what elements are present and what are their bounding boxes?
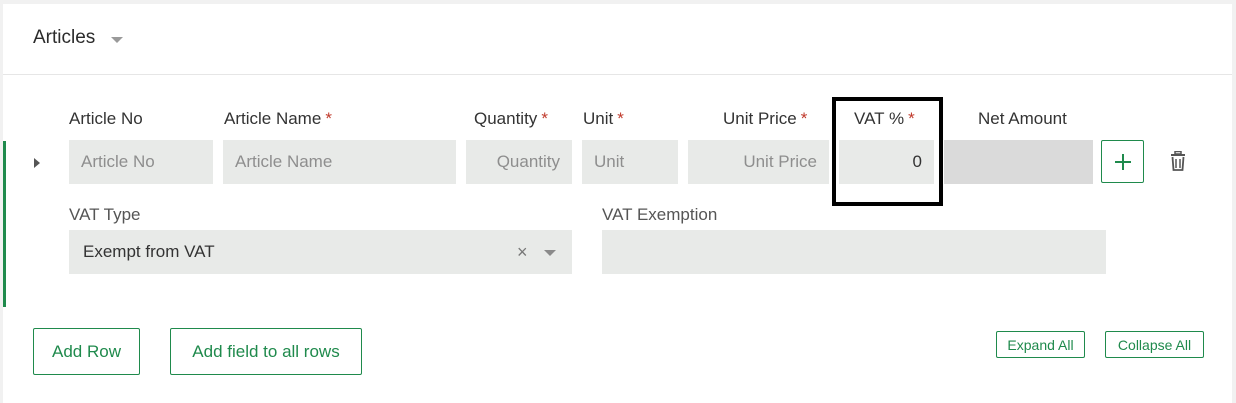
section-header: Articles: [3, 4, 1232, 75]
unit-price-input[interactable]: Unit Price: [688, 140, 829, 184]
article-no-input[interactable]: Article No: [69, 140, 213, 184]
articles-card: Articles Article No Article Name * Quanti…: [3, 4, 1232, 403]
collapse-all-button[interactable]: Collapse All: [1105, 331, 1204, 358]
vat-type-label: VAT Type: [69, 205, 141, 224]
required-marker: *: [541, 109, 548, 128]
required-marker: *: [617, 109, 624, 128]
trash-icon[interactable]: [1169, 150, 1187, 176]
expand-all-button[interactable]: Expand All: [996, 331, 1085, 358]
label-quantity: Quantity *: [474, 109, 548, 128]
quantity-input[interactable]: Quantity: [466, 140, 572, 184]
vat-exemption-input[interactable]: [602, 230, 1106, 274]
section-title: Articles: [33, 27, 96, 48]
add-row-button[interactable]: Add Row: [33, 328, 140, 375]
required-marker: *: [325, 109, 332, 128]
row-accent-bar: [3, 141, 6, 307]
clear-icon[interactable]: ×: [517, 243, 528, 261]
vat-percent-highlight: [832, 97, 943, 206]
net-amount-field: [944, 140, 1093, 184]
vat-type-select[interactable]: Exempt from VAT: [69, 230, 572, 274]
label-unit: Unit *: [583, 109, 624, 128]
add-field-to-all-rows-button[interactable]: Add field to all rows: [170, 328, 362, 375]
article-name-input[interactable]: Article Name: [223, 140, 456, 184]
label-article-no: Article No: [69, 109, 143, 128]
vat-exemption-label: VAT Exemption: [602, 205, 718, 224]
expand-row-arrow-icon[interactable]: [34, 158, 40, 168]
unit-input[interactable]: Unit: [582, 140, 678, 184]
chevron-down-icon[interactable]: [544, 250, 556, 256]
label-net-amount: Net Amount: [978, 109, 1067, 128]
add-line-button[interactable]: [1101, 140, 1144, 183]
label-unit-price: Unit Price *: [723, 109, 808, 128]
vat-type-value: Exempt from VAT: [83, 242, 215, 261]
collapse-caret-icon[interactable]: [111, 37, 123, 43]
required-marker: *: [800, 109, 808, 128]
label-article-name: Article Name *: [224, 109, 332, 128]
